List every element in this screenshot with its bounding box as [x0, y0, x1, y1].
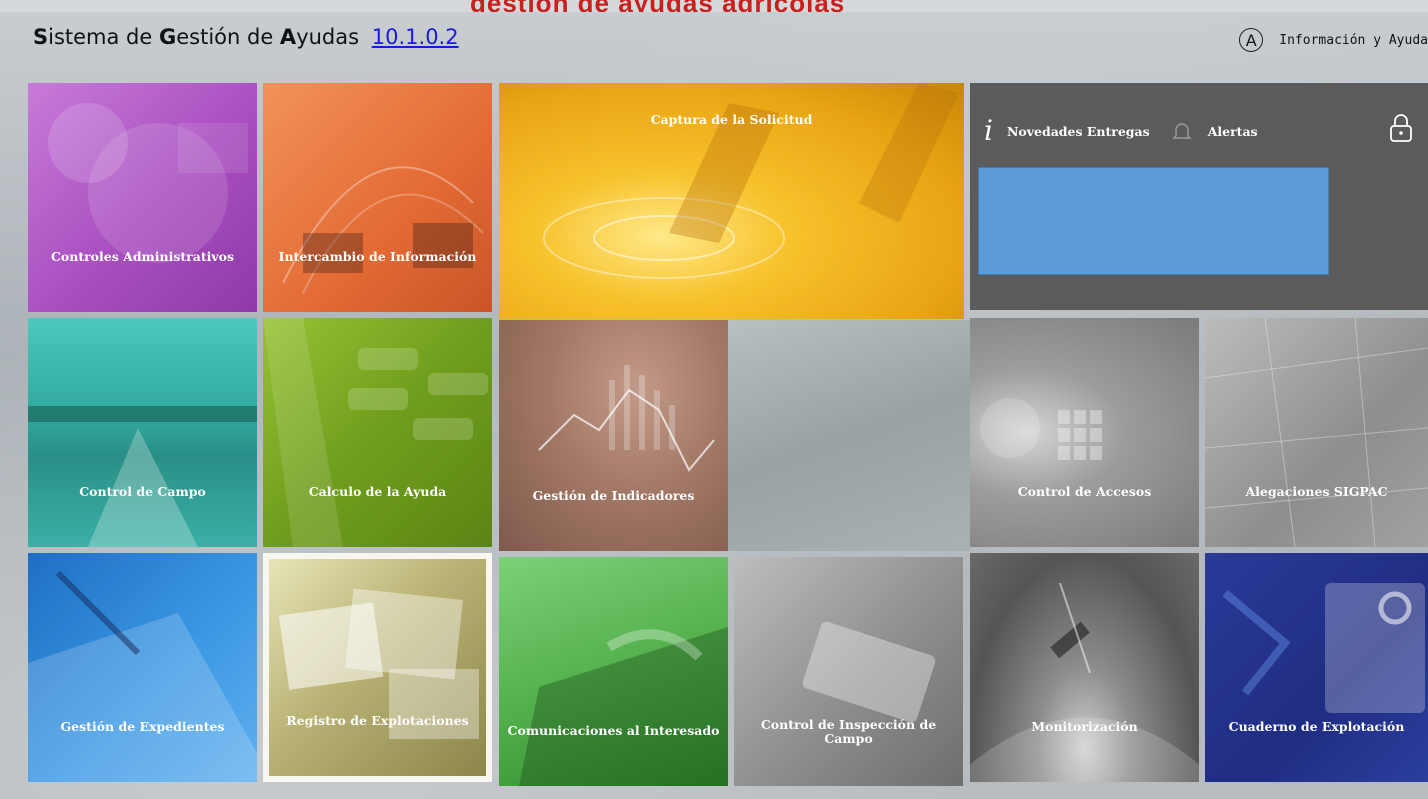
- tile-registro-explotaciones[interactable]: Registro de Explotaciones: [263, 553, 492, 782]
- news-content-box: [978, 167, 1329, 275]
- help-label[interactable]: Información y Ayuda: [1279, 33, 1428, 48]
- tile-cuaderno-explotacion[interactable]: Cuaderno de Explotación: [1205, 553, 1428, 782]
- growth-chart-image: [538, 365, 715, 472]
- tile-label: Control de Accesos: [1017, 484, 1152, 499]
- news-link[interactable]: Novedades Entregas: [1007, 124, 1150, 139]
- tile-control-campo[interactable]: Control de Campo: [28, 318, 257, 547]
- tile-alegaciones-sigpac[interactable]: Alegaciones SIGPAC: [1205, 318, 1428, 547]
- tile-calculo-ayuda[interactable]: Calculo de la Ayuda: [263, 318, 492, 547]
- tile-label: Cuaderno de Explotación: [1228, 719, 1405, 734]
- top-banner: gestion de ayudas agricolas: [0, 0, 1428, 12]
- tile-control-inspeccion-campo[interactable]: Control de Inspección de Campo: [734, 557, 963, 786]
- tile-control-accesos[interactable]: Control de Accesos: [970, 318, 1199, 547]
- satellite-image: [970, 582, 1199, 782]
- tile-monitorizacion[interactable]: Monitorización: [970, 553, 1199, 782]
- header: Sistema de Gestión de Ayudas 10.1.0.2 A …: [0, 12, 1428, 68]
- tile-label: Monitorización: [1031, 719, 1138, 734]
- lock-icon[interactable]: [1388, 113, 1414, 143]
- tile-comunicaciones-interesado[interactable]: Comunicaciones al Interesado: [499, 557, 728, 786]
- tile-label: Gestión de Expedientes: [60, 719, 225, 734]
- tile-intercambio-informacion[interactable]: Intercambio de Información: [263, 83, 492, 312]
- help-link[interactable]: A Información y Ayuda: [1239, 28, 1428, 52]
- tile-label: Intercambio de Información: [278, 249, 477, 264]
- version-link[interactable]: 10.1.0.2: [372, 25, 459, 49]
- field-road-image: [28, 406, 257, 547]
- keypad-image: [980, 398, 1102, 460]
- tile-label: Calculo de la Ayuda: [308, 484, 447, 499]
- tile-label: Captura de la Solicitud: [650, 112, 813, 127]
- tile-label: Controles Administrativos: [50, 249, 235, 264]
- accessibility-icon[interactable]: A: [1239, 28, 1264, 52]
- tablet-field-image: [802, 621, 936, 723]
- photos-collage-image: [269, 559, 486, 776]
- bell-icon[interactable]: [1170, 119, 1194, 143]
- tile-controles-administrativos[interactable]: Controles Administrativos: [28, 83, 257, 312]
- map-image: [1205, 318, 1428, 547]
- tile-gestion-expedientes[interactable]: Gestión de Expedientes: [28, 553, 257, 782]
- tile-label: Comunicaciones al Interesado: [507, 723, 720, 738]
- tile-label: Alegaciones SIGPAC: [1245, 484, 1388, 499]
- calculator-image: [263, 318, 488, 547]
- typing-keyboard-image: [519, 627, 728, 786]
- app-title: Sistema de Gestión de Ayudas 10.1.0.2: [33, 25, 459, 49]
- tile-label: Gestión de Indicadores: [532, 488, 695, 503]
- news-alerts-panel: i Novedades Entregas Alertas: [970, 83, 1428, 310]
- data-tablet-image: [1222, 583, 1425, 713]
- laptops-image: [282, 166, 484, 294]
- tile-label: Control de Inspección de Campo: [760, 717, 937, 746]
- info-icon: i: [984, 114, 993, 147]
- signing-document-image: [28, 570, 257, 782]
- banner-text: gestion de ayudas agricolas: [470, 0, 845, 12]
- background-field-image: [728, 320, 970, 551]
- tile-captura-solicitud[interactable]: Captura de la Solicitud: [499, 83, 964, 319]
- tile-gestion-indicadores[interactable]: Gestión de Indicadores: [499, 320, 728, 551]
- gears-image: [48, 103, 248, 263]
- alerts-link[interactable]: Alertas: [1208, 124, 1258, 139]
- tile-label: Control de Campo: [79, 484, 206, 499]
- tile-label: Registro de Explotaciones: [286, 713, 469, 728]
